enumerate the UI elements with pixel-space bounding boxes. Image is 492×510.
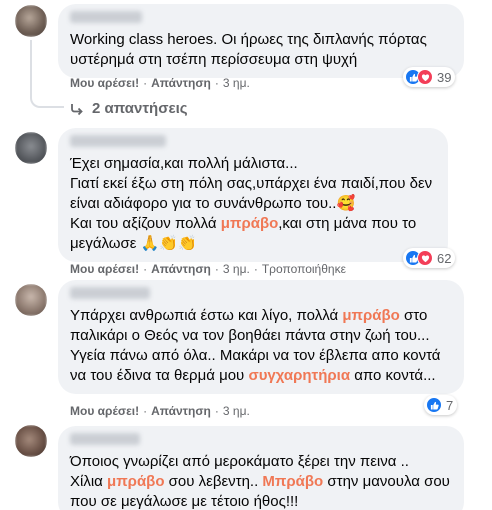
highlighted-word[interactable]: μπράβο [221, 215, 278, 232]
reaction-summary[interactable]: 62 [403, 248, 456, 268]
reaction-summary[interactable]: 39 [403, 67, 456, 87]
like-link[interactable]: Μου αρέσει! [70, 76, 139, 90]
separator-dot: · [214, 262, 219, 276]
like-link[interactable]: Μου αρέσει! [70, 404, 139, 418]
comment-text: Έχει σημασία,και πολλή μάλιστα... Γιατί … [70, 154, 436, 254]
reply-arrow-icon [71, 103, 83, 115]
highlighted-word[interactable]: μπράβο [342, 307, 399, 324]
author-name-redacted[interactable] [70, 135, 166, 147]
separator-dot: · [143, 404, 148, 418]
comment-text: Working class heroes. Οι ήρωες της διπλα… [70, 31, 431, 68]
thread-line [30, 40, 32, 95]
comment-2: Έχει σημασία,και πολλή μάλιστα... Γιατί … [0, 122, 492, 282]
comment-text: Υπάρχει ανθρωπιά έστω και λίγο, πολλά μπ… [70, 306, 452, 386]
reply-link[interactable]: Απάντηση [151, 76, 211, 90]
comment-text-part: Υπάρχει ανθρωπιά έστω και λίγο, πολλά [70, 307, 343, 324]
comment-1: Working class heroes. Οι ήρωες της διπλα… [0, 0, 492, 120]
comment-bubble: Υπάρχει ανθρωπιά έστω και λίγο, πολλά μπ… [58, 280, 464, 394]
comment-bubble: Working class heroes. Οι ήρωες της διπλα… [58, 4, 464, 78]
comment-text: Όποιος γνωρίζει από μεροκάματο ξέρει την… [70, 452, 452, 510]
separator-dot: · [214, 76, 219, 90]
highlighted-word[interactable]: συγχαρητήρια [248, 367, 350, 384]
avatar[interactable] [15, 425, 47, 457]
comment-actions: Μου αρέσει! · Απάντηση · 3 ημ. [70, 76, 250, 90]
comment-4: Όποιος γνωρίζει από μεροκάματο ξέρει την… [0, 420, 492, 510]
view-replies-button[interactable]: 2 απαντήσεις [70, 100, 188, 117]
reaction-count: 62 [437, 250, 452, 266]
separator-dot: · [214, 404, 219, 418]
author-name-redacted[interactable] [70, 11, 142, 23]
avatar[interactable] [15, 132, 47, 164]
reply-link[interactable]: Απάντηση [151, 404, 211, 418]
comment-bubble: Έχει σημασία,και πολλή μάλιστα... Γιατί … [58, 128, 448, 262]
highlighted-word[interactable]: Μπράβο [262, 473, 323, 490]
author-name-redacted[interactable] [70, 433, 140, 445]
comment-bubble: Όποιος γνωρίζει από μεροκάματο ξέρει την… [58, 426, 464, 510]
separator-dot: · [143, 76, 148, 90]
reaction-summary[interactable]: 7 [424, 395, 458, 415]
love-icon [417, 250, 433, 266]
edited-label[interactable]: Τροποποιήθηκε [262, 262, 346, 276]
author-name-redacted[interactable] [70, 287, 150, 299]
love-icon [417, 69, 433, 85]
like-icon [426, 397, 442, 413]
comment-text-part: απο κοντά... [350, 367, 436, 384]
separator-dot: · [253, 262, 258, 276]
timestamp[interactable]: 3 ημ. [223, 404, 250, 418]
comment-actions: Μου αρέσει! · Απάντηση · 3 ημ. [70, 404, 250, 418]
reaction-count: 7 [446, 397, 454, 413]
comment-3: Υπάρχει ανθρωπιά έστω και λίγο, πολλά μπ… [0, 280, 492, 420]
like-link[interactable]: Μου αρέσει! [70, 262, 139, 276]
timestamp[interactable]: 3 ημ. [223, 262, 250, 276]
avatar[interactable] [15, 284, 47, 316]
replies-connector [30, 92, 64, 108]
separator-dot: · [143, 262, 148, 276]
reaction-count: 39 [437, 69, 452, 85]
comment-text-part: σου λεβεντη.. [164, 473, 263, 490]
reply-link[interactable]: Απάντηση [151, 262, 211, 276]
timestamp[interactable]: 3 ημ. [223, 76, 250, 90]
avatar[interactable] [15, 5, 47, 37]
highlighted-word[interactable]: μπράβο [107, 473, 164, 490]
comment-actions: Μου αρέσει! · Απάντηση · 3 ημ. · Τροποπο… [70, 262, 346, 276]
replies-label: 2 απαντήσεις [92, 100, 188, 117]
